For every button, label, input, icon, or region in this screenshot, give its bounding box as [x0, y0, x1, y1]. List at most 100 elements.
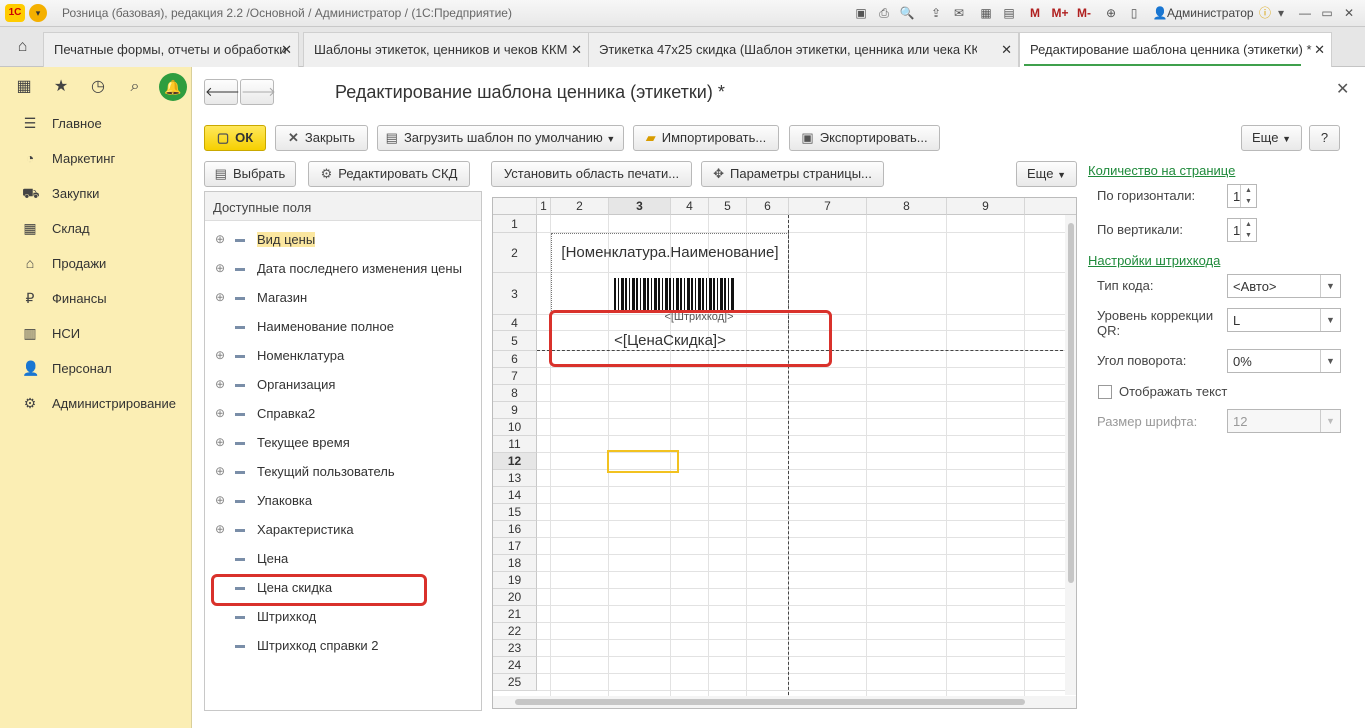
sidebar-item-staff[interactable]: 👤 Персонал	[0, 351, 192, 386]
column-header[interactable]: 1	[537, 198, 551, 215]
zoom-icon[interactable]: ⊕	[1103, 5, 1119, 21]
user-name[interactable]: Администратор	[1167, 6, 1254, 20]
field-item[interactable]: ⊕ Текущий пользователь	[205, 458, 481, 487]
row-header[interactable]: 21	[493, 606, 537, 623]
barcode-image[interactable]	[614, 278, 734, 312]
row-header[interactable]: 4	[493, 315, 537, 331]
field-item[interactable]: ⊕ Текущее время	[205, 429, 481, 458]
row-header[interactable]: 24	[493, 657, 537, 674]
row-header[interactable]: 17	[493, 538, 537, 555]
row-header[interactable]: 16	[493, 521, 537, 538]
column-header[interactable]: 9	[947, 198, 1025, 215]
memory-plus-icon[interactable]: M+	[1049, 5, 1071, 21]
close-button[interactable]: ✕ Закрыть	[275, 125, 368, 151]
column-header[interactable]: 8	[867, 198, 947, 215]
save-icon[interactable]: ▣	[853, 5, 869, 21]
expand-plus-icon[interactable]: ⊕	[215, 522, 225, 536]
ok-button[interactable]: ▢ ОК	[204, 125, 266, 151]
more-button[interactable]: Еще ▼	[1241, 125, 1302, 151]
help-button[interactable]: ?	[1309, 125, 1340, 151]
row-header[interactable]: 5	[493, 331, 537, 351]
scroll-thumb[interactable]	[1068, 223, 1074, 583]
field-item[interactable]: Цена	[205, 545, 481, 574]
tab-edit-template[interactable]: Редактирование шаблона ценника (этикетки…	[1019, 32, 1332, 68]
sidebar-item-main[interactable]: ☰ Главное	[0, 106, 192, 141]
set-print-area-button[interactable]: Установить область печати...	[491, 161, 692, 187]
horizontal-count-input[interactable]: 1 ▲ ▼	[1227, 184, 1257, 208]
spinner-icon[interactable]: ▲ ▼	[1240, 219, 1256, 241]
calculator-icon[interactable]: ▦	[978, 5, 994, 21]
column-header[interactable]: 3	[609, 198, 671, 215]
font-size-select[interactable]: 12 ▼	[1227, 409, 1341, 433]
expand-plus-icon[interactable]: ⊕	[215, 406, 225, 420]
field-item[interactable]: ⊕ Дата последнего изменения цены	[205, 255, 481, 284]
row-header[interactable]: 11	[493, 436, 537, 453]
row-header[interactable]: 10	[493, 419, 537, 436]
search-icon[interactable]: ⌕	[123, 75, 147, 99]
load-default-template-button[interactable]: ▤ Загрузить шаблон по умолчанию ▼	[377, 125, 624, 151]
row-header[interactable]: 8	[493, 385, 537, 402]
row-header[interactable]: 1	[493, 215, 537, 233]
column-header[interactable]: 4	[671, 198, 709, 215]
chevron-down-icon[interactable]: ▼	[1320, 410, 1340, 432]
expand-plus-icon[interactable]: ⊕	[215, 348, 225, 362]
template-spreadsheet[interactable]: 1 2 3 4 5 6 7 8 9 1 2 3 4 5 6 7 8 9 10 11 12 13 14 15 16 17 18 19 20…	[492, 197, 1077, 709]
sidebar-item-admin[interactable]: ⚙ Администрирование	[0, 386, 192, 421]
panel-toggle-icon[interactable]: ▯	[1126, 5, 1142, 21]
notifications-bell-icon[interactable]: 🔔	[159, 73, 187, 101]
cell-product-name[interactable]: [Номенклатура.Наименование]	[551, 233, 789, 273]
preview-icon[interactable]: 🔍	[899, 5, 915, 21]
column-header[interactable]	[1025, 198, 1076, 215]
per-page-group-title[interactable]: Количество на странице	[1088, 163, 1235, 178]
field-item[interactable]: ⊕ Магазин	[205, 284, 481, 313]
rotation-select[interactable]: 0% ▼	[1227, 349, 1341, 373]
field-item[interactable]: ⊕ Вид цены	[205, 226, 481, 255]
memory-minus-icon[interactable]: M-	[1073, 5, 1095, 21]
row-header[interactable]: 3	[493, 273, 537, 315]
chevron-down-icon[interactable]: ▼	[1320, 275, 1340, 297]
field-item[interactable]: ⊕ Упаковка	[205, 487, 481, 516]
sidebar-item-purchases[interactable]: ⛟ Закупки	[0, 176, 192, 211]
expand-plus-icon[interactable]: ⊕	[215, 232, 225, 246]
row-header[interactable]: 19	[493, 572, 537, 589]
field-item[interactable]: Наименование полное	[205, 313, 481, 342]
expand-plus-icon[interactable]: ⊕	[215, 377, 225, 391]
export-button[interactable]: ▣ Экспортировать...	[789, 125, 940, 151]
row-header[interactable]: 2	[493, 233, 537, 273]
scroll-thumb[interactable]	[515, 699, 1025, 705]
upload-icon[interactable]: ⇪	[928, 5, 944, 21]
row-header[interactable]: 22	[493, 623, 537, 640]
vertical-count-input[interactable]: 1 ▲ ▼	[1227, 218, 1257, 242]
memory-m-icon[interactable]: M	[1027, 5, 1043, 21]
back-button[interactable]: 🡐	[204, 79, 240, 105]
row-header[interactable]: 23	[493, 640, 537, 657]
expand-plus-icon[interactable]: ⊕	[215, 435, 225, 449]
row-header[interactable]: 9	[493, 402, 537, 419]
barcode-group-title[interactable]: Настройки штрихкода	[1088, 253, 1220, 268]
sidebar-item-finance[interactable]: ₽ Финансы	[0, 281, 192, 316]
row-header[interactable]: 6	[493, 351, 537, 368]
tab-print-forms[interactable]: Печатные формы, отчеты и обработки ✕	[43, 32, 299, 67]
row-header[interactable]: 25	[493, 674, 537, 691]
expand-plus-icon[interactable]: ⊕	[215, 261, 225, 275]
main-menu-button[interactable]: ▾	[29, 4, 47, 22]
select-button[interactable]: ▤ Выбрать	[204, 161, 296, 187]
spinner-icon[interactable]: ▲ ▼	[1240, 185, 1256, 207]
field-item[interactable]: ⊕ Организация	[205, 371, 481, 400]
row-header[interactable]: 12	[493, 453, 537, 470]
show-text-checkbox[interactable]	[1098, 385, 1112, 399]
close-tab-icon[interactable]: ✕	[571, 42, 582, 58]
minimize-icon[interactable]: —	[1297, 5, 1313, 21]
info-icon[interactable]: ⓘ	[1257, 5, 1273, 21]
chevron-down-icon[interactable]: ▼	[1320, 309, 1340, 331]
field-item[interactable]: Штрихкод	[205, 603, 481, 632]
row-header[interactable]: 18	[493, 555, 537, 572]
close-window-icon[interactable]: ✕	[1341, 5, 1357, 21]
vertical-scrollbar[interactable]	[1065, 215, 1076, 695]
import-button[interactable]: ▰ Импортировать...	[633, 125, 779, 151]
row-header[interactable]: 13	[493, 470, 537, 487]
mail-icon[interactable]: ✉	[951, 5, 967, 21]
field-item[interactable]: Штрихкод справки 2	[205, 632, 481, 661]
forward-button[interactable]: 🡒	[240, 79, 276, 105]
column-header[interactable]: 7	[789, 198, 867, 215]
